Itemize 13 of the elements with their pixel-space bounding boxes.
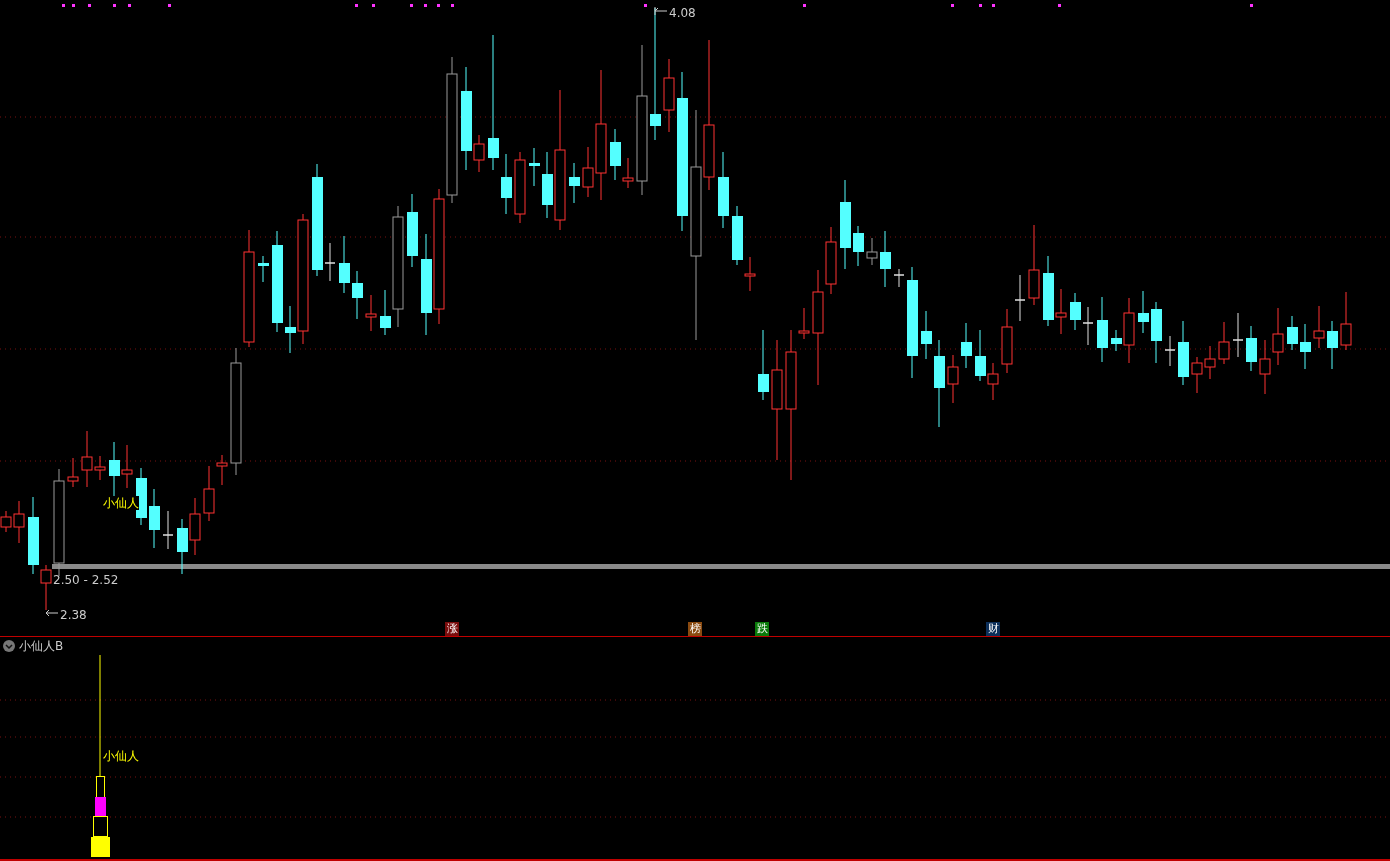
badge[interactable]: 跌 <box>755 622 769 636</box>
signal-label: 小仙人 <box>103 748 139 765</box>
range-label: 2.50 - 2.52 <box>53 572 119 589</box>
signal-label: 小仙人 <box>103 496 139 510</box>
high-price-label: 4.08 <box>669 5 696 22</box>
badge[interactable]: 涨 <box>445 622 459 636</box>
low-price-label: 2.38 <box>60 607 87 624</box>
panel-title: 小仙人B <box>19 638 64 655</box>
badge[interactable]: 财 <box>986 622 1000 636</box>
arrow-icon <box>654 6 668 16</box>
badge[interactable]: 榜 <box>688 622 702 636</box>
chevron-down-icon[interactable] <box>3 640 15 652</box>
arrow-icon <box>45 609 59 617</box>
